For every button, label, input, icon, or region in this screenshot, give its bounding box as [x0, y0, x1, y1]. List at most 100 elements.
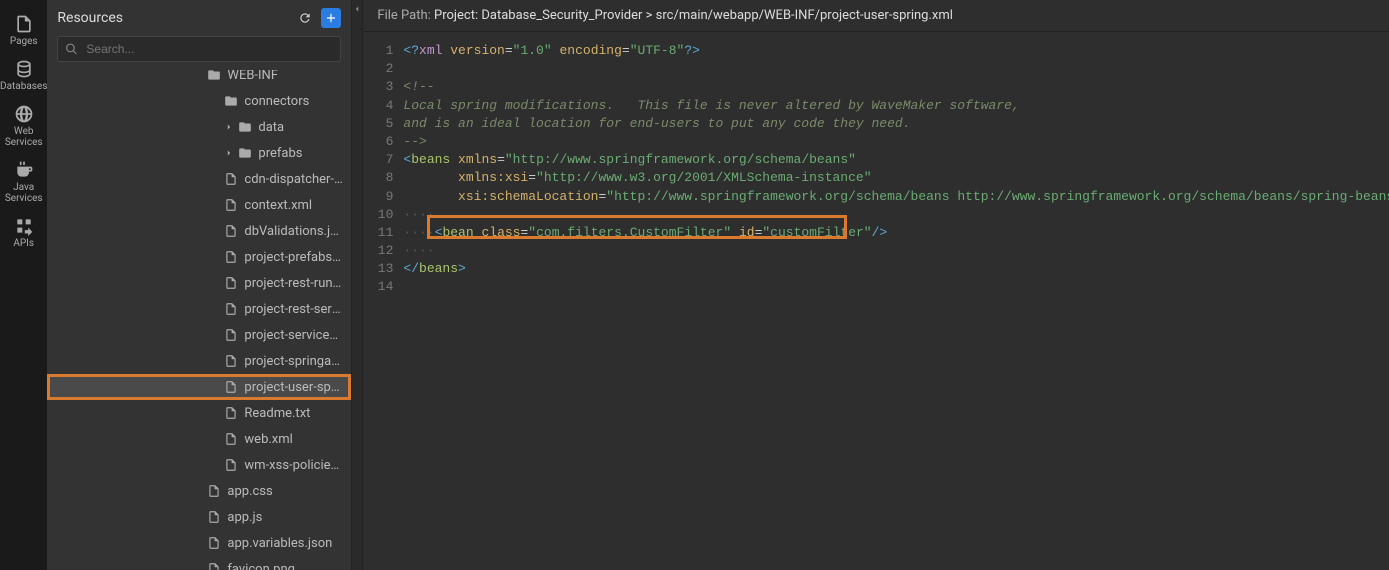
file-icon [207, 536, 221, 550]
tree-label: project-prefabs.xml [244, 250, 343, 265]
tree-item[interactable]: WEB-INF [47, 70, 351, 88]
search-input[interactable] [57, 36, 341, 62]
folder-icon [207, 70, 221, 82]
tree-item[interactable]: wm-xss-policies.xml [47, 452, 351, 478]
tree-item[interactable]: app.css [47, 478, 351, 504]
chevron-right-icon [224, 122, 234, 132]
panel-collapse-handle[interactable] [352, 0, 363, 570]
nav-databases[interactable]: Databases [0, 53, 47, 98]
chevron-left-icon [352, 4, 362, 14]
file-icon [224, 354, 238, 368]
file-icon [207, 484, 221, 498]
tree-label: wm-xss-policies.xml [244, 458, 343, 473]
tree-item[interactable]: project-prefabs.xml [47, 244, 351, 270]
file-icon [224, 328, 238, 342]
folder-icon [224, 94, 238, 108]
tree-label: context.xml [244, 198, 312, 213]
tree-label: web.xml [244, 432, 292, 447]
editor-area: File Path: Project: Database_Security_Pr… [363, 0, 1389, 570]
tree-item[interactable]: project-user-spring.xml [47, 374, 351, 400]
tree-item[interactable]: project-springapp.xml [47, 348, 351, 374]
main-nav: Pages Databases Web Services Java Servic… [0, 0, 47, 570]
search-box [57, 36, 341, 62]
tree-item[interactable]: Readme.txt [47, 400, 351, 426]
nav-label: Pages [10, 36, 38, 47]
tree-label: app.css [227, 484, 272, 499]
tree-label: favicon.png [227, 562, 295, 570]
nav-label: Java Services [0, 182, 47, 204]
refresh-icon [298, 11, 312, 25]
file-icon [224, 198, 238, 212]
file-icon [224, 224, 238, 238]
breadcrumb: File Path: Project: Database_Security_Pr… [363, 0, 1389, 32]
tree-item[interactable]: dbValidations.json [47, 218, 351, 244]
nav-label: APIs [13, 238, 34, 249]
add-button[interactable] [321, 8, 341, 28]
nav-java-services[interactable]: Java Services [0, 154, 47, 210]
plus-icon [324, 11, 338, 25]
file-icon [224, 172, 238, 186]
tree-item[interactable]: prefabs [47, 140, 351, 166]
tree-item[interactable]: favicon.png [47, 556, 351, 570]
tree-item[interactable]: app.js [47, 504, 351, 530]
resources-title: Resources [57, 10, 123, 26]
file-icon [224, 276, 238, 290]
tree-label: connectors [244, 94, 309, 109]
tree-label: cdn-dispatcher-servlet.xml [244, 172, 343, 187]
file-icon [224, 432, 238, 446]
refresh-button[interactable] [295, 8, 315, 28]
breadcrumb-label: File Path: [377, 8, 434, 23]
coffee-icon [14, 160, 34, 180]
tree-item[interactable]: app.variables.json [47, 530, 351, 556]
breadcrumb-project-prefix: Project: [434, 8, 481, 23]
tree-label: app.variables.json [227, 536, 332, 551]
file-tree[interactable]: WEB-INF connectors data prefabs cdn-dispatch… [47, 70, 351, 570]
folder-icon [238, 146, 252, 160]
nav-pages[interactable]: Pages [0, 8, 47, 53]
line-gutter: 1234567891011121314 [363, 42, 403, 570]
tree-label: WEB-INF [227, 70, 278, 83]
database-icon [14, 59, 34, 79]
folder-icon [238, 120, 252, 134]
resources-header: Resources [47, 0, 351, 36]
resources-panel: Resources WEB-INF connectors data prefabs cd… [47, 0, 352, 570]
breadcrumb-project: Database_Security_Provider [481, 8, 642, 23]
tree-label: project-services.xml [244, 328, 343, 343]
tree-item[interactable]: project-rest-runtime-config.xml [47, 270, 351, 296]
tree-label: project-springapp.xml [244, 354, 343, 369]
tree-item[interactable]: cdn-dispatcher-servlet.xml [47, 166, 351, 192]
tree-item[interactable]: data [47, 114, 351, 140]
file-icon [224, 380, 238, 394]
nav-label: Databases [0, 81, 47, 92]
nav-web-services[interactable]: Web Services [0, 98, 47, 154]
tree-label: dbValidations.json [244, 224, 343, 239]
tree-item[interactable]: connectors [47, 88, 351, 114]
file-icon [224, 406, 238, 420]
tree-label: data [258, 120, 284, 135]
tree-item[interactable]: web.xml [47, 426, 351, 452]
tree-label: project-rest-service.xml [244, 302, 343, 317]
tree-item[interactable]: project-rest-service.xml [47, 296, 351, 322]
breadcrumb-path: > src/main/webapp/WEB-INF/project-user-s… [642, 8, 952, 23]
search-icon [65, 43, 78, 56]
tree-label: Readme.txt [244, 406, 310, 421]
code-lines: <?xml version="1.0" encoding="UTF-8"?><!… [403, 42, 1389, 570]
tree-label: project-user-spring.xml [244, 380, 343, 395]
code-editor[interactable]: 1234567891011121314 <?xml version="1.0" … [363, 32, 1389, 570]
file-icon [207, 562, 221, 570]
api-icon [14, 216, 34, 236]
tree-item[interactable]: context.xml [47, 192, 351, 218]
tree-label: project-rest-runtime-config.xml [244, 276, 343, 291]
globe-icon [14, 104, 34, 124]
file-icon [224, 302, 238, 316]
file-icon [14, 14, 34, 34]
nav-apis[interactable]: APIs [0, 210, 47, 255]
file-icon [207, 510, 221, 524]
file-icon [224, 458, 238, 472]
chevron-right-icon [224, 148, 234, 158]
tree-label: app.js [227, 510, 262, 525]
nav-label: Web Services [0, 126, 47, 148]
tree-item[interactable]: project-services.xml [47, 322, 351, 348]
file-icon [224, 250, 238, 264]
tree-label: prefabs [258, 146, 302, 161]
